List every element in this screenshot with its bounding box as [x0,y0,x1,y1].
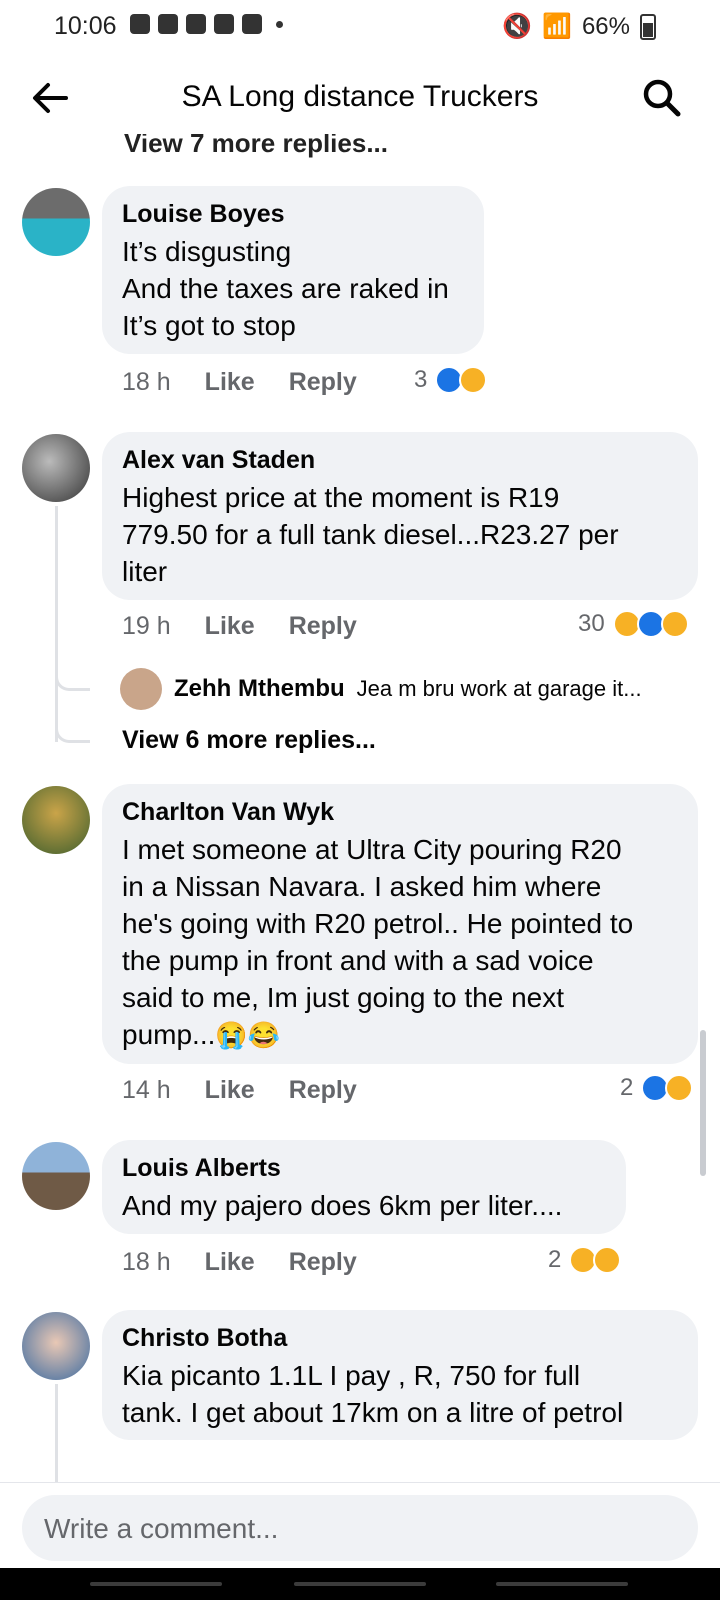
scrollbar[interactable] [700,1030,706,1176]
recents-nav-button[interactable] [90,1582,222,1586]
view-more-replies-link[interactable]: View 6 more replies... [122,726,376,755]
comment-author[interactable]: Louis Alberts [122,1154,604,1183]
avatar[interactable] [22,1312,90,1380]
avatar[interactable] [22,1142,90,1210]
comments-feed[interactable]: View 7 more replies... Louise Boyes It’s… [0,134,720,1482]
reaction-summary[interactable]: 3 [414,366,488,394]
sub-reply-text: Jea m bru work at garage it... [356,676,642,701]
comment-input-placeholder: Write a comment... [44,1513,279,1544]
comment-text: Kia picanto 1.1L I pay , R, 750 for full… [122,1360,624,1428]
comment-text: It’s disgusting And the taxes are raked … [122,236,449,341]
youtube-icon [214,14,234,34]
sub-reply[interactable]: Zehh Mthembu Jea m bru work at garage it… [120,668,642,710]
comment-bubble[interactable]: Louis Alberts And my pajero does 6km per… [102,1140,626,1234]
like-button[interactable]: Like [205,612,255,641]
comment-composer: Write a comment... [0,1482,720,1569]
notification-icons [130,14,283,34]
comment-text: And my pajero does 6km per liter.... [122,1190,563,1221]
thread-line [55,1384,58,1482]
reaction-summary[interactable]: 2 [548,1246,622,1274]
comment-actions: 18 h Like Reply [122,1248,357,1277]
comment-time: 19 h [122,612,171,640]
comment-actions: 19 h Like Reply [122,612,357,641]
back-nav-button[interactable] [496,1582,628,1586]
avatar[interactable] [120,668,162,710]
comment-time: 14 h [122,1076,171,1104]
reaction-count: 3 [414,366,428,393]
reply-button[interactable]: Reply [289,368,357,397]
comment-text-block: I met someone at Ultra City pouring R20 … [122,831,676,1054]
reaction-summary[interactable]: 30 [578,610,689,638]
calendar-icon [186,14,206,34]
comment-author[interactable]: Christo Botha [122,1324,676,1353]
battery-percent: 66% [581,12,630,40]
reply-button[interactable]: Reply [289,612,357,641]
haha-reaction-icon [665,1074,694,1102]
comment-actions: 14 h Like Reply [122,1076,357,1105]
app-icon [242,14,262,34]
comment-bubble[interactable]: Louise Boyes It’s disgusting And the tax… [102,186,484,354]
battery-icon [640,13,656,40]
mute-icon: 🔇 [502,13,533,40]
sad-reaction-icon [660,610,689,638]
crying-emoji-icon: 😭😂 [215,1020,281,1050]
comment-time: 18 h [122,368,171,396]
comment-author[interactable]: Louise Boyes [122,200,462,229]
like-button[interactable]: Like [205,368,255,397]
comment-text: I met someone at Ultra City pouring R20 … [122,834,634,1050]
comment-bubble[interactable]: Alex van Staden Highest price at the mom… [102,432,698,600]
comment-actions: 18 h Like Reply [122,368,357,397]
comment-bubble[interactable]: Christo Botha Kia picanto 1.1L I pay , R… [102,1310,698,1440]
page-title: SA Long distance Truckers [181,80,539,113]
reaction-summary[interactable]: 2 [620,1074,694,1102]
notification-icon [130,14,150,34]
comment-input[interactable]: Write a comment... [22,1495,698,1561]
sad-reaction-icon [593,1246,622,1274]
reaction-count: 2 [620,1074,634,1101]
comment-author[interactable]: Alex van Staden [122,446,676,475]
app-bar: SA Long distance Truckers [0,62,720,134]
reply-button[interactable]: Reply [289,1248,357,1277]
wifi-icon: 📶 [542,13,572,40]
system-navigation-bar [0,1568,720,1600]
like-button[interactable]: Like [205,1248,255,1277]
reaction-count: 30 [578,610,605,637]
status-bar: 10:06 🔇 📶 66% [0,0,720,56]
system-icons: 🔇 📶 66% [502,12,656,41]
status-time: 10:06 [54,12,117,40]
comment-time: 18 h [122,1248,171,1276]
avatar[interactable] [22,786,90,854]
view-more-replies-link[interactable]: View 7 more replies... [124,134,388,159]
reply-button[interactable]: Reply [289,1076,357,1105]
reply-connector [55,662,90,691]
avatar[interactable] [22,434,90,502]
sub-reply-author[interactable]: Zehh Mthembu [174,675,345,703]
more-notifications-icon [276,20,283,28]
notification-icon [158,14,178,34]
comment-author[interactable]: Charlton Van Wyk [122,798,676,827]
search-icon[interactable] [640,76,684,120]
avatar[interactable] [22,188,90,256]
reaction-count: 2 [548,1246,562,1273]
comment-bubble[interactable]: Charlton Van Wyk I met someone at Ultra … [102,784,698,1064]
home-nav-button[interactable] [294,1582,426,1586]
like-button[interactable]: Like [205,1076,255,1105]
care-reaction-icon [459,366,488,394]
comment-text: Highest price at the moment is R19 779.5… [122,482,619,587]
reply-connector [55,688,90,743]
